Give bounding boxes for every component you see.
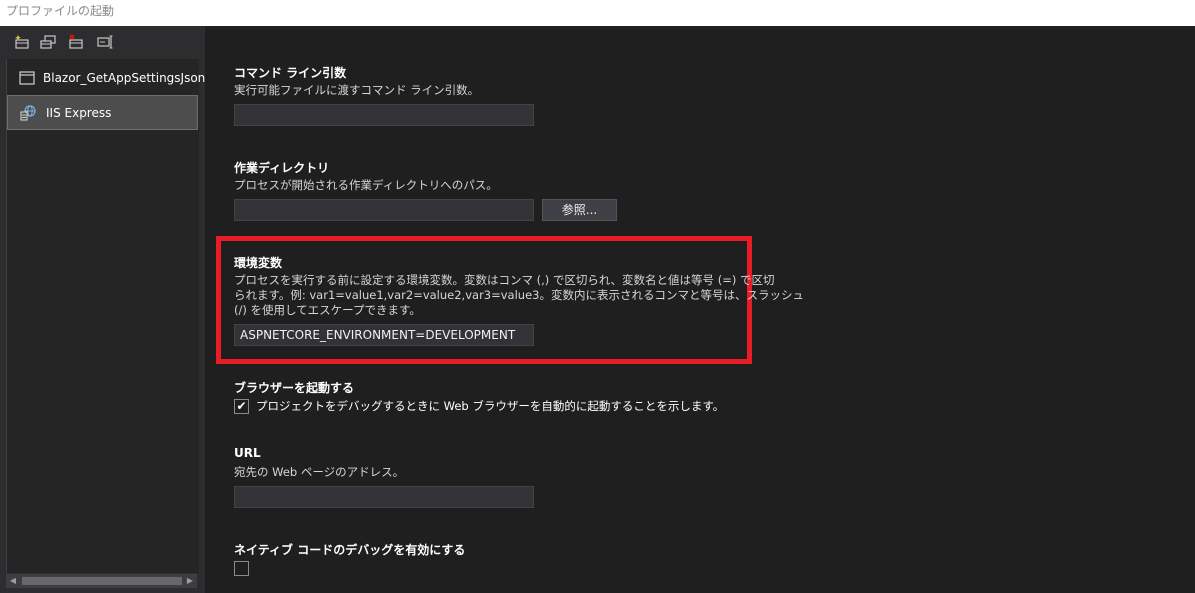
native-debug-label: ネイティブ コードのデバッグを有効にする [234,543,466,557]
command-line-description: 実行可能ファイルに渡すコマンド ライン引数。 [234,83,480,97]
profile-sidebar: Blazor_GetAppSettingsJson IIS Express ◀ … [0,26,205,593]
env-vars-description-line-2: られます。例: var1=value1,var2=value2,var3=val… [234,288,804,302]
env-vars-label: 環境変数 [234,256,283,270]
copy-profile-icon[interactable] [40,34,58,50]
env-vars-description-line-3: (/) を使用してエスケープできます。 [234,303,421,317]
checkmark-icon: ✔ [236,399,247,413]
new-profile-icon[interactable] [14,34,32,50]
profile-settings-panel: コマンド ライン引数 実行可能ファイルに渡すコマンド ライン引数。 作業ディレク… [205,26,1195,593]
native-debug-checkbox[interactable] [234,561,249,576]
env-vars-input[interactable]: ASPNETCORE_ENVIRONMENT=DEVELOPMENT [234,324,534,346]
command-line-input[interactable] [234,104,534,126]
working-dir-input[interactable] [234,199,534,221]
env-vars-description-line-1: プロセスを実行する前に設定する環境変数。変数はコンマ (,) で区切られ、変数名… [234,273,775,287]
profile-list-scrollbar[interactable]: ◀ ▶ [6,574,197,588]
url-label: URL [234,446,261,460]
url-input[interactable] [234,486,534,508]
profile-item-iis-express[interactable]: IIS Express [7,95,198,130]
profile-item-blazor[interactable]: Blazor_GetAppSettingsJson [7,60,205,95]
scroll-left-icon[interactable]: ◀ [6,574,20,588]
scrollbar-thumb[interactable] [22,577,182,585]
browse-button[interactable]: 参照... [542,199,617,221]
window-title: プロファイルの起動 [0,0,1195,26]
profile-toolbar [0,26,205,58]
launch-browser-label: ブラウザーを起動する [234,381,355,395]
profile-item-label: IIS Express [46,105,112,120]
profile-item-label: Blazor_GetAppSettingsJson [43,70,206,85]
rename-profile-icon[interactable] [96,34,114,50]
scroll-right-icon[interactable]: ▶ [183,574,197,588]
url-description: 宛先の Web ページのアドレス。 [234,465,405,479]
launch-browser-checkbox-label[interactable]: プロジェクトをデバッグするときに Web ブラウザーを自動的に起動することを示し… [256,399,724,414]
window-icon [19,70,35,86]
delete-profile-icon[interactable] [68,34,86,50]
working-dir-label: 作業ディレクトリ [234,161,330,175]
launch-browser-checkbox[interactable]: ✔ [234,399,249,414]
working-dir-description: プロセスが開始される作業ディレクトリへのパス。 [234,178,498,192]
command-line-label: コマンド ライン引数 [234,66,347,80]
profile-list: Blazor_GetAppSettingsJson IIS Express [6,59,205,573]
iis-server-icon [20,104,38,121]
